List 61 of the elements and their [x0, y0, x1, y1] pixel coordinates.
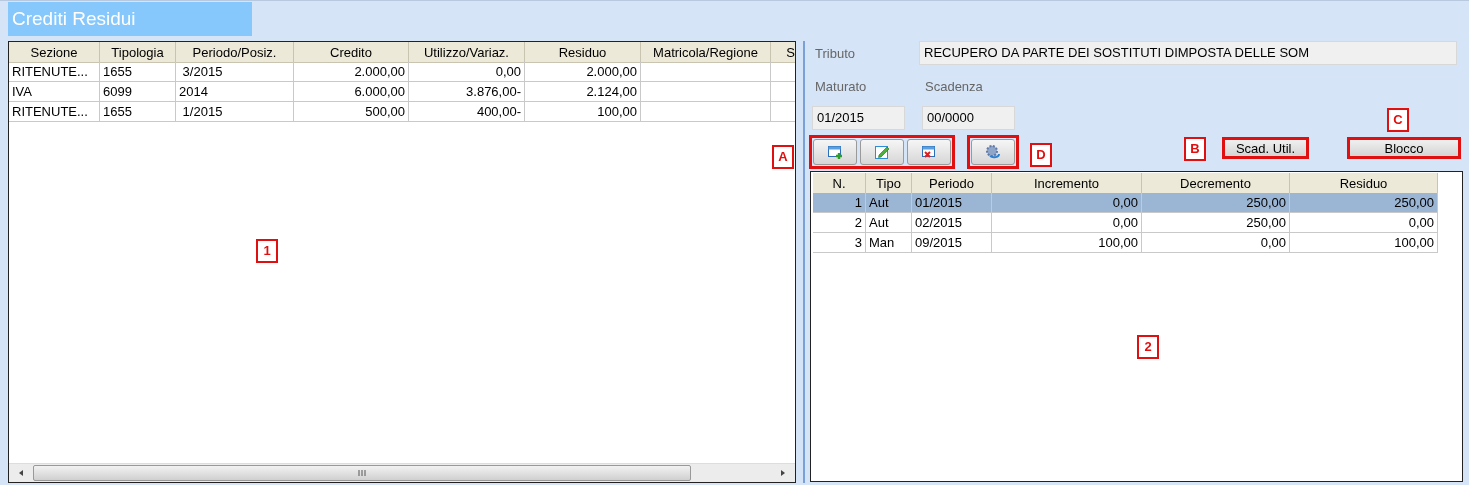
table-row[interactable]: 3 Man 09/2015 100,00 0,00 100,00 [813, 233, 1460, 253]
table-cell: 6099 [100, 82, 176, 102]
table-cell: 1/2015 [176, 102, 294, 122]
maturato-field[interactable]: 01/2015 [812, 106, 905, 130]
table-cell: 3/2015 [176, 62, 294, 82]
column-header[interactable]: Tipologia [100, 42, 176, 63]
table-cell: 3.876,00- [409, 82, 525, 102]
table-cell: 0,00 [409, 62, 525, 82]
gear-arrows-icon [985, 144, 1001, 160]
add-button[interactable] [813, 139, 857, 165]
table-cell: 2014 [176, 82, 294, 102]
column-header[interactable]: Credito [294, 42, 409, 63]
callout-label: A [772, 145, 794, 169]
column-header[interactable]: Periodo/Posiz. [176, 42, 294, 63]
page-title: Crediti Residui [8, 2, 252, 36]
column-header[interactable]: S [771, 42, 795, 63]
tributo-field[interactable]: RECUPERO DA PARTE DEI SOSTITUTI DIMPOSTA DELLE SOM [919, 41, 1457, 65]
table-cell: RITENUTE... [9, 102, 100, 122]
table-cell: 6.000,00 [294, 82, 409, 102]
table-cell: 400,00- [409, 102, 525, 122]
scad-util-button[interactable]: Scad. Util. [1222, 137, 1309, 159]
callout-label: 1 [256, 239, 278, 263]
column-header[interactable]: Tipo [866, 173, 912, 194]
window-plus-icon [827, 144, 843, 160]
table-cell: 1655 [100, 102, 176, 122]
column-header[interactable]: Incremento [992, 173, 1142, 194]
table-cell: IVA [9, 82, 100, 102]
field-label: Maturato [814, 79, 868, 96]
column-header[interactable]: Periodo [912, 173, 992, 194]
column-header[interactable]: Decremento [1142, 173, 1290, 194]
table-row[interactable]: 1 Aut 01/2015 0,00 250,00 250,00 [813, 193, 1460, 213]
window-delete-icon [921, 144, 937, 160]
table-cell: 2.000,00 [294, 62, 409, 82]
table-cell: 1655 [100, 62, 176, 82]
callout-label: 2 [1137, 335, 1159, 359]
column-header[interactable]: Matricola/Regione [641, 42, 771, 63]
scroll-right-icon[interactable] [779, 469, 787, 477]
scroll-left-icon[interactable] [17, 469, 25, 477]
column-header[interactable]: Residuo [1290, 173, 1438, 194]
column-header[interactable]: Sezione [9, 42, 100, 63]
callout-label: D [1030, 143, 1052, 167]
field-label: Tributo [814, 45, 856, 61]
field-label: Scadenza [925, 79, 983, 96]
edit-button[interactable] [860, 139, 904, 165]
table-cell: 500,00 [294, 102, 409, 122]
scadenza-field[interactable]: 00/0000 [922, 106, 1015, 130]
table-cell: 2.124,00 [525, 82, 641, 102]
scrollbar-thumb[interactable] [33, 465, 691, 481]
table-cell: RITENUTE... [9, 62, 100, 82]
callout-label: B [1184, 137, 1206, 161]
column-header[interactable]: Utilizzo/Variaz. [409, 42, 525, 63]
column-header[interactable]: Residuo [525, 42, 641, 63]
pencil-icon [874, 144, 890, 160]
callout-label: C [1387, 108, 1409, 132]
table-cell: 2.000,00 [525, 62, 641, 82]
blocco-button[interactable]: Blocco [1347, 137, 1461, 159]
table-cell: 100,00 [525, 102, 641, 122]
table-row[interactable]: 2 Aut 02/2015 0,00 250,00 0,00 [813, 213, 1460, 233]
horizontal-scrollbar[interactable] [9, 463, 795, 482]
delete-button[interactable] [907, 139, 951, 165]
column-header[interactable]: N. [813, 173, 866, 194]
